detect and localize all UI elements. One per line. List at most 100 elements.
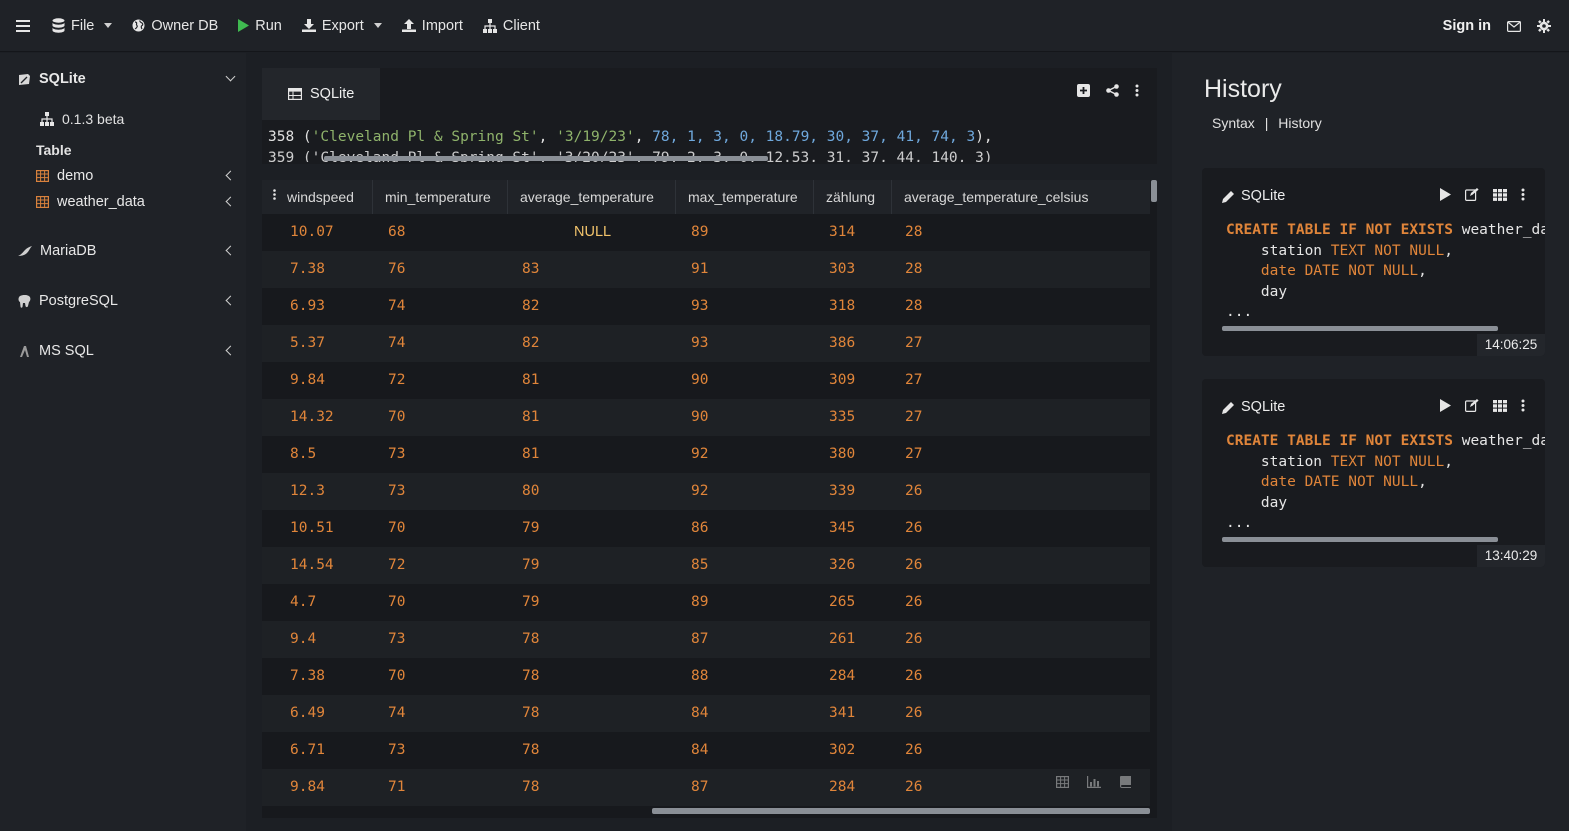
table-cell[interactable]: 27 — [905, 409, 922, 425]
table-cell[interactable]: 78 — [522, 668, 539, 684]
table-cell[interactable]: 26 — [905, 779, 922, 795]
table-cell[interactable]: 12.3 — [290, 483, 325, 499]
table-row[interactable]: 14.32 70 81 90 335 27 — [262, 399, 1150, 436]
table-cell[interactable]: 9.84 — [290, 372, 325, 388]
tab-syntax[interactable]: Syntax — [1212, 115, 1255, 131]
table-cell[interactable]: 92 — [691, 446, 708, 462]
table-cell[interactable]: 78 — [522, 742, 539, 758]
table-cell[interactable]: 87 — [691, 779, 708, 795]
table-cell[interactable]: 27 — [905, 335, 922, 351]
table-cell[interactable]: 7.38 — [290, 668, 325, 684]
table-cell[interactable]: 28 — [905, 224, 922, 240]
table-cell[interactable]: 92 — [691, 483, 708, 499]
table-cell[interactable]: 26 — [905, 483, 922, 499]
table-cell[interactable]: 26 — [905, 668, 922, 684]
table-cell[interactable]: 76 — [388, 261, 405, 277]
table-row[interactable]: 10.07 68 NULL 89 314 28 — [262, 214, 1150, 251]
table-cell[interactable]: 5.37 — [290, 335, 325, 351]
table-cell[interactable]: 84 — [691, 742, 708, 758]
table-cell[interactable]: 91 — [691, 261, 708, 277]
table-cell[interactable]: 82 — [522, 298, 539, 314]
client-button[interactable]: Client — [482, 18, 540, 34]
table-row[interactable]: 9.84 72 81 90 309 27 — [262, 362, 1150, 399]
table-cell[interactable]: 4.7 — [290, 594, 316, 610]
table-cell[interactable]: 70 — [388, 668, 405, 684]
tab-history[interactable]: History — [1278, 115, 1322, 131]
table-cell[interactable]: 89 — [691, 224, 708, 240]
share-icon[interactable] — [1106, 84, 1119, 97]
table-cell[interactable]: 26 — [905, 705, 922, 721]
table-cell[interactable]: 261 — [829, 631, 855, 647]
import-button[interactable]: Import — [401, 18, 463, 34]
column-divider[interactable] — [675, 180, 676, 214]
table-cell[interactable]: 89 — [691, 594, 708, 610]
envelope-icon[interactable] — [1507, 20, 1521, 32]
play-icon[interactable] — [1440, 188, 1451, 201]
edit-icon[interactable] — [1465, 188, 1479, 201]
sidebar-item-postgresql[interactable]: PostgreSQL — [18, 293, 236, 309]
table-cell[interactable]: 81 — [522, 409, 539, 425]
table-cell[interactable]: 284 — [829, 668, 855, 684]
table-cell[interactable]: 9.4 — [290, 631, 316, 647]
table-cell[interactable]: 6.49 — [290, 705, 325, 721]
history-entry[interactable]: SQLite CREATE TABLE IF NOT EXISTS weather… — [1202, 379, 1545, 567]
chart-view-icon[interactable] — [1087, 776, 1101, 788]
table-cell[interactable]: 27 — [905, 372, 922, 388]
more-vertical-icon[interactable] — [1521, 399, 1525, 412]
table-row[interactable]: 7.38 70 78 88 284 26 — [262, 658, 1150, 695]
grid-horizontal-scrollbar[interactable] — [652, 808, 1150, 814]
table-cell[interactable]: 79 — [522, 520, 539, 536]
table-cell[interactable]: 339 — [829, 483, 855, 499]
tab-sqlite[interactable]: SQLite — [262, 68, 380, 120]
table-cell[interactable]: 73 — [388, 742, 405, 758]
table-cell[interactable]: 309 — [829, 372, 855, 388]
edit-icon[interactable] — [1465, 399, 1479, 412]
table-cell[interactable]: 326 — [829, 557, 855, 573]
table-cell[interactable]: 78 — [522, 705, 539, 721]
editor-scrollbar[interactable] — [324, 156, 768, 161]
table-row[interactable]: 4.7 70 79 89 265 26 — [262, 584, 1150, 621]
table-cell[interactable]: 87 — [691, 631, 708, 647]
table-cell[interactable]: 80 — [522, 483, 539, 499]
table-cell[interactable]: 314 — [829, 224, 855, 240]
table-cell[interactable]: 9.84 — [290, 779, 325, 795]
table-cell[interactable]: 78 — [522, 779, 539, 795]
run-button[interactable]: Run — [238, 18, 282, 34]
sql-editor[interactable]: SQLite 358 ('Cleveland Pl & Spring St', … — [262, 68, 1157, 164]
table-cell[interactable]: 70 — [388, 520, 405, 536]
table-cell[interactable]: 26 — [905, 631, 922, 647]
table-row[interactable]: 7.38 76 83 91 303 28 — [262, 251, 1150, 288]
table-cell[interactable]: 318 — [829, 298, 855, 314]
table-cell[interactable]: 85 — [691, 557, 708, 573]
table-cell[interactable]: 8.5 — [290, 446, 316, 462]
table-cell[interactable]: 10.07 — [290, 224, 334, 240]
table-cell[interactable]: 28 — [905, 261, 922, 277]
table-cell[interactable]: 81 — [522, 372, 539, 388]
history-scrollbar[interactable] — [1222, 326, 1498, 331]
table-cell[interactable]: 265 — [829, 594, 855, 610]
table-cell[interactable]: 68 — [388, 224, 405, 240]
table-cell[interactable]: 73 — [388, 631, 405, 647]
grid-icon[interactable] — [1493, 188, 1507, 201]
table-cell[interactable]: 72 — [388, 372, 405, 388]
table-cell[interactable]: 6.71 — [290, 742, 325, 758]
table-cell[interactable]: 79 — [522, 557, 539, 573]
table-cell[interactable]: 386 — [829, 335, 855, 351]
table-row[interactable]: 9.4 73 78 87 261 26 — [262, 621, 1150, 658]
column-divider[interactable] — [813, 180, 814, 214]
table-cell[interactable]: 345 — [829, 520, 855, 536]
table-cell[interactable]: 88 — [691, 668, 708, 684]
grid-icon[interactable] — [1493, 399, 1507, 412]
table-cell[interactable]: 28 — [905, 298, 922, 314]
column-divider[interactable] — [891, 180, 892, 214]
export-menu[interactable]: Export — [301, 18, 382, 34]
history-scrollbar[interactable] — [1222, 537, 1498, 542]
table-row[interactable]: 12.3 73 80 92 339 26 — [262, 473, 1150, 510]
column-header[interactable]: zählung — [826, 189, 875, 205]
table-cell[interactable]: 14.32 — [290, 409, 334, 425]
book-view-icon[interactable] — [1119, 776, 1131, 788]
table-row[interactable]: 10.51 70 79 86 345 26 — [262, 510, 1150, 547]
menu-button[interactable] — [16, 19, 30, 32]
owner-db-button[interactable]: Owner DB — [132, 18, 218, 34]
table-row[interactable]: 6.71 73 78 84 302 26 — [262, 732, 1150, 769]
